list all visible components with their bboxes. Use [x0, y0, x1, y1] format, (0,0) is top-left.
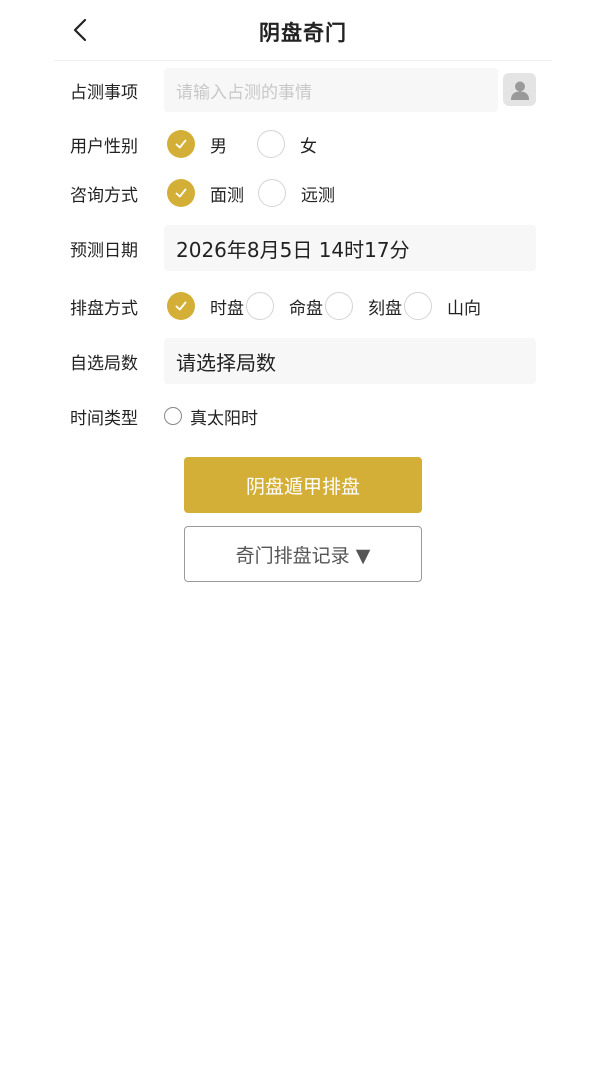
gender-option-label: 男	[210, 136, 227, 157]
plate-history-button[interactable]: 奇门排盘记录 ▼	[184, 526, 422, 582]
nav-header: 阴盘奇门	[54, 0, 552, 61]
radio-checked[interactable]	[167, 130, 195, 158]
plate-method-row: 排盘方式 时盘 命盘 刻盘 山向	[70, 284, 481, 328]
submit-plate-button[interactable]: 阴盘遁甲排盘	[184, 457, 422, 513]
plate-option-label: 命盘	[289, 298, 323, 319]
radio-unchecked[interactable]	[246, 292, 274, 320]
plate-option-label: 刻盘	[368, 298, 402, 319]
check-icon	[175, 188, 187, 198]
gender-option-label: 女	[300, 136, 317, 157]
consult-option-label: 远测	[301, 185, 335, 206]
radio-unchecked[interactable]	[325, 292, 353, 320]
gender-row: 用户性别 男 女	[70, 122, 317, 166]
date-picker-field[interactable]: 2026年8月5日 14时17分	[164, 225, 536, 271]
radio-unchecked[interactable]	[257, 130, 285, 158]
user-avatar-icon	[510, 81, 529, 100]
radio-unchecked[interactable]	[258, 179, 286, 207]
time-type-label: 时间类型	[70, 408, 138, 429]
check-icon	[175, 301, 187, 311]
plate-option-hour[interactable]: 时盘	[167, 292, 244, 320]
time-type-option[interactable]: 真太阳时	[164, 404, 258, 429]
page: 阴盘奇门 占测事项 请输入占测的事情 用户性别 男 女 咨询方式 面测 远测 预…	[0, 0, 607, 1080]
date-label: 预测日期	[70, 240, 138, 261]
ju-row: 自选局数 请选择局数	[70, 338, 536, 384]
gender-label: 用户性别	[70, 136, 138, 157]
matter-label: 占测事项	[70, 82, 138, 103]
time-type-radio[interactable]	[164, 407, 182, 425]
plate-option-label: 山向	[447, 298, 481, 319]
plate-option-life[interactable]: 命盘	[246, 292, 323, 320]
ju-label: 自选局数	[70, 353, 138, 374]
user-avatar-button[interactable]	[503, 73, 536, 106]
matter-row: 占测事项 请输入占测的事情	[70, 68, 498, 112]
consult-option-remote[interactable]: 远测	[258, 179, 335, 207]
time-type-row: 时间类型 真太阳时	[70, 394, 258, 438]
consult-option-label: 面测	[210, 185, 244, 206]
plate-method-label: 排盘方式	[70, 298, 138, 319]
ju-select-field[interactable]: 请选择局数	[164, 338, 536, 384]
gender-option-female[interactable]: 女	[257, 130, 317, 158]
plate-option-mountain[interactable]: 山向	[404, 292, 481, 320]
time-type-option-label: 真太阳时	[190, 408, 258, 429]
gender-option-male[interactable]: 男	[167, 130, 227, 158]
radio-checked[interactable]	[167, 179, 195, 207]
page-title: 阴盘奇门	[259, 21, 347, 45]
plate-option-label: 时盘	[210, 298, 244, 319]
matter-input[interactable]: 请输入占测的事情	[164, 68, 498, 112]
radio-unchecked[interactable]	[404, 292, 432, 320]
date-row: 预测日期 2026年8月5日 14时17分	[70, 225, 536, 271]
consult-label: 咨询方式	[70, 185, 138, 206]
check-icon	[175, 139, 187, 149]
consult-row: 咨询方式 面测 远测	[70, 171, 335, 215]
plate-option-quarter[interactable]: 刻盘	[325, 292, 402, 320]
consult-option-in-person[interactable]: 面测	[167, 179, 244, 207]
radio-checked[interactable]	[167, 292, 195, 320]
